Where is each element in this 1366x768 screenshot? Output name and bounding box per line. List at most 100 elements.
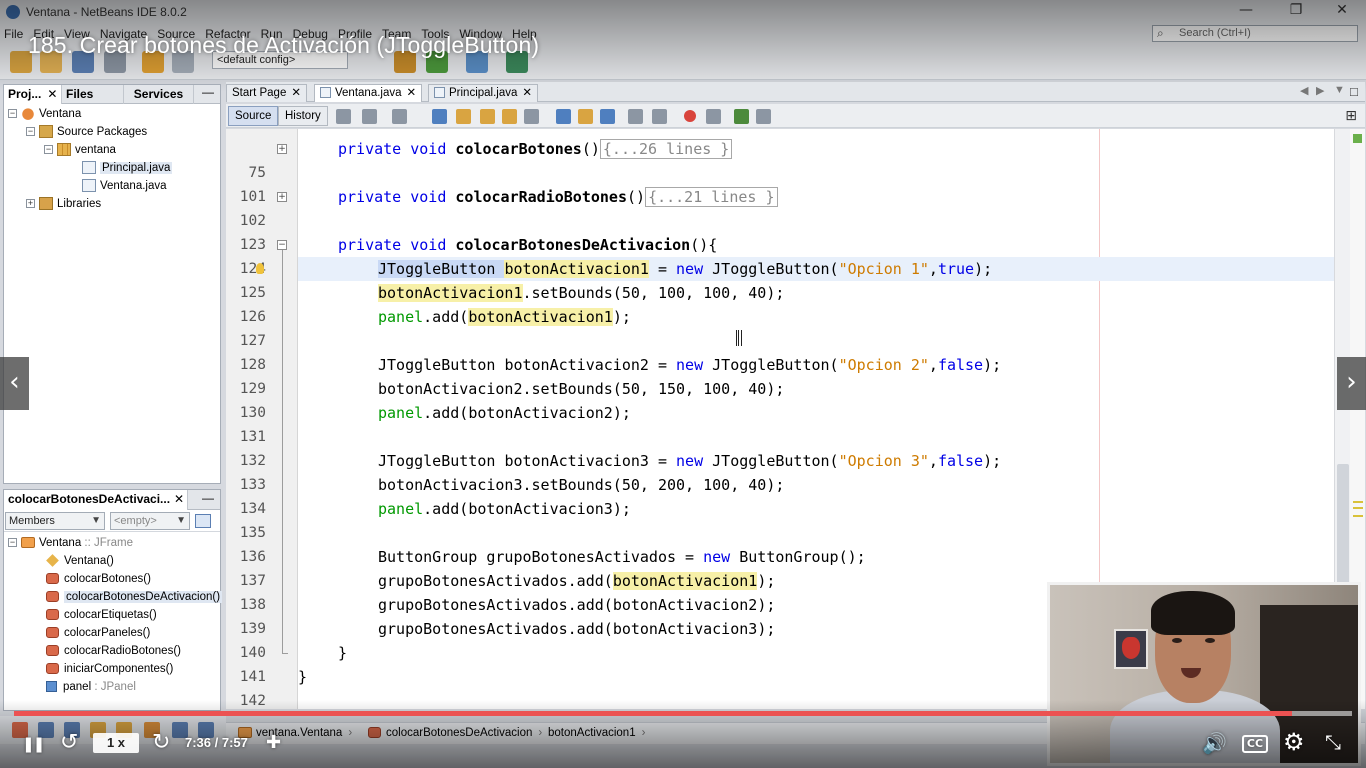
playback-speed-button[interactable]: 1 x — [93, 733, 139, 753]
volume-icon[interactable]: 🔊 — [1202, 731, 1227, 755]
pause-icon[interactable]: ❚❚ — [22, 735, 45, 753]
search-input[interactable]: ⌕ Search (Ctrl+I) — [1152, 25, 1358, 42]
tree-item-source-packages[interactable]: − Source Packages — [26, 123, 147, 141]
method-icon — [46, 573, 59, 585]
tab-projects[interactable]: Proj... ✕ — [4, 85, 62, 104]
tree-item-principal-java[interactable]: Principal.java — [82, 159, 173, 177]
minimize-panel-button[interactable]: — — [202, 491, 214, 505]
collapse-icon[interactable]: − — [8, 538, 17, 548]
breadcrumb-method[interactable]: colocarBotonesDeActivacion › — [368, 727, 542, 739]
code-text: botonActivacion1.setBounds(50, 100, 100,… — [378, 284, 785, 302]
toggle-rectangular-selection-icon[interactable] — [524, 109, 539, 124]
captions-icon[interactable]: CC — [1242, 735, 1268, 753]
chevron-down-icon: ▼ — [91, 515, 101, 526]
last-edit-icon[interactable] — [336, 109, 351, 124]
minimize-panel-button[interactable]: — — [202, 85, 214, 99]
shift-left-icon[interactable] — [628, 109, 643, 124]
tab-files[interactable]: Files — [62, 85, 124, 104]
code-text: panel.add(botonActivacion1); — [378, 308, 631, 326]
tab-principal-java[interactable]: Principal.java ✕ — [428, 84, 539, 102]
navigator-member[interactable]: Ventana() — [46, 552, 114, 570]
next-bookmark-icon[interactable] — [578, 109, 593, 124]
close-icon[interactable]: ✕ — [47, 87, 57, 101]
bookmark-icon[interactable]: ✚ — [266, 732, 281, 753]
toggle-highlight-icon[interactable] — [502, 109, 517, 124]
expand-fold-icon[interactable]: + — [277, 192, 287, 202]
back-icon[interactable] — [362, 109, 377, 124]
tree-item-project[interactable]: − Ventana — [8, 105, 81, 123]
navigator-member[interactable]: colocarPaneles() — [46, 624, 150, 642]
tab-services[interactable]: Services — [124, 85, 194, 104]
scroll-tabs-right-icon[interactable]: ▶ — [1316, 84, 1324, 97]
tab-ventana-java[interactable]: Ventana.java ✕ — [314, 84, 423, 102]
tree-item-ventana-java[interactable]: Ventana.java — [82, 177, 167, 195]
tab-start-page[interactable]: Start Page ✕ — [226, 84, 307, 102]
breadcrumb-class[interactable]: ventana.Ventana › — [238, 727, 352, 739]
maximize-window-icon[interactable]: □ — [1350, 84, 1358, 99]
collapse-icon[interactable]: − — [26, 127, 35, 137]
close-icon[interactable]: ✕ — [522, 87, 532, 99]
video-title: 185. Crear botones de Activación (JToggl… — [28, 32, 540, 58]
scrollbar-thumb[interactable] — [1337, 464, 1349, 584]
split-editor-icon[interactable]: ⊞ — [1345, 107, 1357, 124]
navigator-class[interactable]: − Ventana :: JFrame — [8, 534, 133, 552]
tab-navigator[interactable]: colocarBotonesDeActivaci... ✕ — [4, 490, 188, 510]
history-view-button[interactable]: History — [278, 106, 328, 126]
filter-icon[interactable] — [195, 514, 211, 528]
toggle-bookmark-icon[interactable] — [600, 109, 615, 124]
minimize-window-button[interactable]: — — [1226, 2, 1266, 22]
settings-icon[interactable]: ⚙ — [1283, 728, 1305, 756]
stop-macro-recording-icon[interactable] — [706, 109, 721, 124]
scroll-tabs-left-icon[interactable]: ◀ — [1300, 84, 1308, 97]
folded-code-block[interactable]: {...21 lines } — [645, 187, 778, 207]
navigator-member-selected[interactable]: colocarBotonesDeActivacion() — [46, 588, 223, 606]
close-icon[interactable]: ✕ — [291, 87, 301, 99]
expand-icon[interactable]: + — [26, 199, 35, 209]
tree-item-libraries[interactable]: + Libraries — [26, 195, 101, 213]
find-previous-icon[interactable] — [456, 109, 471, 124]
code-text: botonActivacion2.setBounds(50, 150, 100,… — [378, 380, 785, 398]
collapse-icon[interactable]: − — [8, 109, 17, 119]
show-opened-documents-icon[interactable]: ▼ — [1334, 84, 1345, 96]
breadcrumb-variable[interactable]: botonActivacion1 › — [548, 727, 645, 739]
find-icon[interactable] — [432, 109, 447, 124]
shift-right-icon[interactable] — [652, 109, 667, 124]
next-lecture-button[interactable]: › — [1337, 357, 1366, 410]
empty-select[interactable]: <empty> ▼ — [110, 512, 190, 530]
forward-icon[interactable]: ↻ — [152, 730, 170, 755]
find-next-icon[interactable] — [480, 109, 495, 124]
folded-code-block[interactable]: {...26 lines } — [599, 139, 733, 159]
menu-file[interactable]: File — [4, 27, 23, 41]
comment-icon[interactable] — [734, 109, 749, 124]
maximize-window-button[interactable]: ❐ — [1276, 2, 1316, 22]
previous-lecture-button[interactable]: ‹ — [0, 357, 29, 410]
navigator-member[interactable]: colocarEtiquetas() — [46, 606, 157, 624]
close-icon[interactable]: ✕ — [174, 490, 184, 509]
close-icon[interactable]: ✕ — [407, 87, 417, 99]
tree-item-label: Ventana.java — [100, 180, 167, 192]
expand-fold-icon[interactable]: + — [277, 144, 287, 154]
previous-bookmark-icon[interactable] — [556, 109, 571, 124]
occurrence-mark[interactable] — [1353, 507, 1363, 509]
occurrence-mark[interactable] — [1353, 501, 1363, 503]
rewind-icon[interactable]: ↺ — [60, 730, 78, 755]
member-label: colocarBotonesDeActivacion() — [64, 591, 223, 603]
collapse-fold-icon[interactable]: − — [277, 240, 287, 250]
navigator-member[interactable]: colocarRadioBotones() — [46, 642, 181, 660]
start-macro-recording-icon[interactable] — [684, 110, 696, 122]
navigator-member[interactable]: iniciarComponentes() — [46, 660, 173, 678]
source-view-button[interactable]: Source — [228, 106, 279, 126]
navigator-member[interactable]: colocarBotones() — [46, 570, 151, 588]
navigator-tab-label: colocarBotonesDeActivaci... — [8, 492, 171, 506]
source-packages-icon — [39, 125, 53, 139]
video-progress-bar[interactable] — [14, 711, 1352, 716]
occurrence-mark[interactable] — [1353, 515, 1363, 517]
tree-item-package[interactable]: − ventana — [44, 141, 116, 159]
navigator-member[interactable]: panel : JPanel — [46, 678, 136, 696]
close-window-button[interactable]: ✕ — [1322, 2, 1362, 22]
forward-icon[interactable] — [392, 109, 407, 124]
uncomment-icon[interactable] — [756, 109, 771, 124]
fullscreen-icon[interactable]: ⤡ — [1325, 730, 1341, 754]
members-select[interactable]: Members ▼ — [5, 512, 105, 530]
collapse-icon[interactable]: − — [44, 145, 53, 155]
